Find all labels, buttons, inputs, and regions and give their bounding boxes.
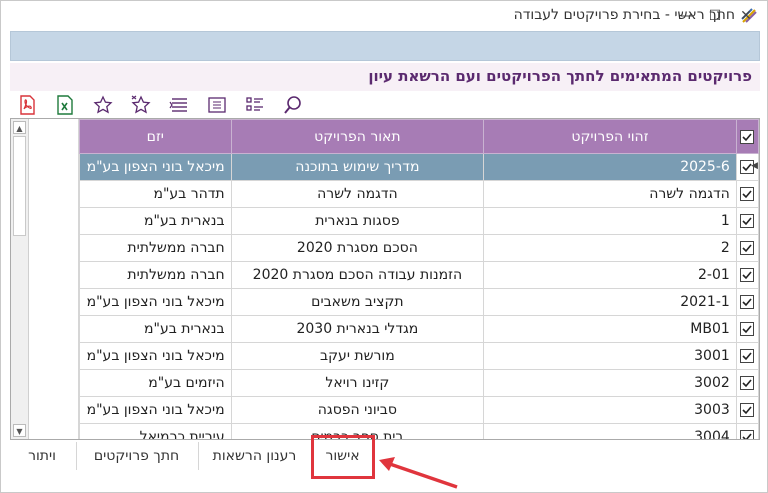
table-row[interactable]: 1 פסגות בנארית בנארית בע"מ (79, 207, 759, 235)
header-bar (10, 31, 760, 61)
cell-project-id: 1 (483, 207, 737, 235)
projects-grid[interactable]: ▲ ▼ זהוי הפרויקט תאור הפרויקט יזם 2025-6… (10, 118, 760, 440)
refresh-permissions-button[interactable]: רענון הרשאות (198, 442, 310, 470)
row-checkbox[interactable] (735, 288, 759, 316)
table-row[interactable]: 2 הסכם מסגרת 2020 חברה ממשלתית (79, 234, 759, 262)
table-header-row: זהוי הפרויקט תאור הפרויקט יזם (79, 119, 759, 154)
row-checkbox[interactable] (735, 342, 759, 370)
cell-initiator: מיכאל בוני הצפון בע"מ (79, 342, 232, 370)
table-row[interactable]: 3004 בית ספר כרמים עיריית כרמיאל (79, 423, 759, 439)
project-cut-button[interactable]: חתך פרויקטים (76, 442, 196, 470)
scroll-thumb[interactable] (13, 136, 26, 236)
page-title: פרויקטים המתאימים לחתך הפרויקטים ועם הרש… (368, 67, 752, 85)
row-checkbox[interactable] (735, 180, 759, 208)
cell-project-description: מורשת יעקב (230, 342, 485, 370)
scroll-down-icon[interactable]: ▼ (13, 424, 26, 437)
cell-project-id: 3003 (483, 396, 737, 424)
cell-initiator: מיכאל בוני הצפון בע"מ (79, 288, 232, 316)
pointer-arrow-icon (379, 457, 458, 489)
cell-project-description: קזינו רויאל (230, 369, 485, 397)
cell-initiator: עיריית כרמיאל (79, 423, 232, 439)
column-header-project-description[interactable]: תאור הפרויקט (230, 119, 485, 154)
excel-icon[interactable] (51, 94, 79, 116)
cell-project-id: 2021-1 (483, 288, 737, 316)
row-checkbox[interactable] (735, 315, 759, 343)
close-button[interactable]: ✕ (734, 5, 758, 27)
table-row[interactable]: 3001 מורשת יעקב מיכאל בוני הצפון בע"מ (79, 342, 759, 370)
vertical-scrollbar[interactable]: ▲ ▼ (11, 119, 29, 439)
grid-empty-area (30, 119, 79, 439)
cell-initiator: בנארית בע"מ (79, 207, 232, 235)
cell-project-description: סביוני הפסגה (230, 396, 485, 424)
table-row[interactable]: 2-01 הזמנות עבודה הסכם מסגרת 2020 חברה ממש… (79, 261, 759, 289)
cell-initiator: מיכאל בוני הצפון בע"מ (79, 153, 232, 181)
cancel-button[interactable]: ויתור (10, 442, 74, 470)
cell-project-description: הסכם מסגרת 2020 (230, 234, 485, 262)
cell-project-description: פסגות בנארית (230, 207, 485, 235)
row-checkbox[interactable] (735, 423, 759, 439)
cell-initiator: תדהר בע"מ (79, 180, 232, 208)
row-checkbox[interactable] (735, 396, 759, 424)
star-remove-icon[interactable] (127, 94, 155, 116)
cell-project-id: 3004 (483, 423, 737, 439)
table-row[interactable]: 3002 קזינו רויאל היזמים בע"מ (79, 369, 759, 397)
cell-project-description: הזמנות עבודה הסכם מסגרת 2020 (230, 261, 485, 289)
table-row[interactable]: 2021-1 תקציב משאבים מיכאל בוני הצפון בע"מ (79, 288, 759, 316)
cell-project-id: 3002 (483, 369, 737, 397)
column-header-project-id[interactable]: זהוי הפרויקט (483, 119, 737, 154)
cell-project-description: תקציב משאבים (230, 288, 485, 316)
toolbar (13, 93, 307, 117)
minimize-button[interactable]: — (675, 5, 699, 27)
cell-initiator: היזמים בע"מ (79, 369, 232, 397)
row-checkbox[interactable] (735, 369, 759, 397)
title-bar: חתך ראשי - בחירת פרויקטים לעבודה — ☐ ✕ (1, 1, 767, 31)
row-checkbox[interactable] (735, 261, 759, 289)
cell-project-description: מגדלי בנארית 2030 (230, 315, 485, 343)
table-row[interactable]: MB01 מגדלי בנארית 2030 בנארית בע"מ (79, 315, 759, 343)
projects-table: זהוי הפרויקט תאור הפרויקט יזם 2025-6 מדרי… (79, 119, 759, 439)
scroll-up-icon[interactable]: ▲ (13, 121, 26, 134)
table-row[interactable]: 3003 סביוני הפסגה מיכאל בוני הצפון בע"מ (79, 396, 759, 424)
list-icon[interactable] (165, 94, 193, 116)
maximize-button[interactable]: ☐ (703, 5, 727, 27)
cell-project-id: 3001 (483, 342, 737, 370)
heading-bar: פרויקטים המתאימים לחתך הפרויקטים ועם הרש… (10, 63, 760, 91)
cell-initiator: חברה ממשלתית (79, 234, 232, 262)
highlight-box (311, 435, 375, 479)
cell-project-id: הדגמה לשרה (483, 180, 737, 208)
star-icon[interactable] (89, 94, 117, 116)
cell-project-description: מדריך שימוש בתוכנה (230, 153, 485, 181)
row-checkbox[interactable] (735, 234, 759, 262)
cell-project-id: MB01 (483, 315, 737, 343)
pdf-icon[interactable] (13, 94, 41, 116)
search-icon[interactable] (279, 94, 307, 116)
cell-project-id: 2025-6 (483, 153, 737, 181)
cell-project-id: 2 (483, 234, 737, 262)
cell-initiator: מיכאל בוני הצפון בע"מ (79, 396, 232, 424)
table-row[interactable]: הדגמה לשרה הדגמה לשרה תדהר בע"מ (79, 180, 759, 208)
window-title: חתך ראשי - בחירת פרויקטים לעבודה (513, 7, 735, 23)
cell-initiator: חברה ממשלתית (79, 261, 232, 289)
columns-icon[interactable] (203, 94, 231, 116)
select-all-checkbox[interactable] (735, 119, 759, 154)
cell-project-id: 2-01 (483, 261, 737, 289)
filter-list-icon[interactable] (241, 94, 269, 116)
table-row[interactable]: 2025-6 מדריך שימוש בתוכנה מיכאל בוני הצפון… (79, 153, 759, 181)
current-row-indicator-icon: ◀ (751, 161, 758, 171)
cell-project-description: הדגמה לשרה (230, 180, 485, 208)
column-header-initiator[interactable]: יזם (79, 119, 232, 154)
main-window: חתך ראשי - בחירת פרויקטים לעבודה — ☐ ✕ פ… (0, 0, 768, 493)
row-checkbox[interactable] (735, 207, 759, 235)
cell-initiator: בנארית בע"מ (79, 315, 232, 343)
